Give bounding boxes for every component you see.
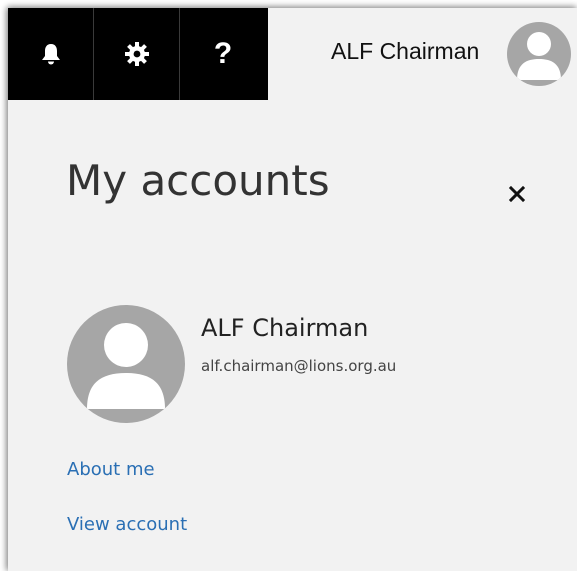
about-me-link[interactable]: About me: [67, 459, 155, 480]
account-avatar: [67, 305, 185, 423]
account-name: ALF Chairman: [201, 314, 369, 342]
gear-icon: [124, 42, 149, 66]
close-icon: [509, 186, 525, 202]
top-bar-icon-strip: ?: [8, 8, 268, 100]
help-icon: ?: [213, 37, 233, 70]
account-email: alf.chairman@lions.org.au: [201, 357, 397, 375]
panel-title: My accounts: [66, 156, 330, 205]
top-bar-avatar[interactable]: [507, 22, 571, 86]
bell-icon: [41, 44, 60, 65]
close-button[interactable]: [503, 180, 531, 208]
person-icon: [87, 323, 165, 409]
account-flyout: ? ALF Chairman My accounts ALF Chairman …: [8, 8, 577, 571]
notifications-button[interactable]: [8, 8, 94, 100]
help-button[interactable]: ?: [180, 8, 266, 100]
top-bar-user-name[interactable]: ALF Chairman: [331, 38, 479, 65]
person-icon: [517, 32, 561, 80]
top-bar: ? ALF Chairman: [8, 8, 577, 100]
view-account-link[interactable]: View account: [67, 514, 187, 535]
settings-button[interactable]: [94, 8, 180, 100]
